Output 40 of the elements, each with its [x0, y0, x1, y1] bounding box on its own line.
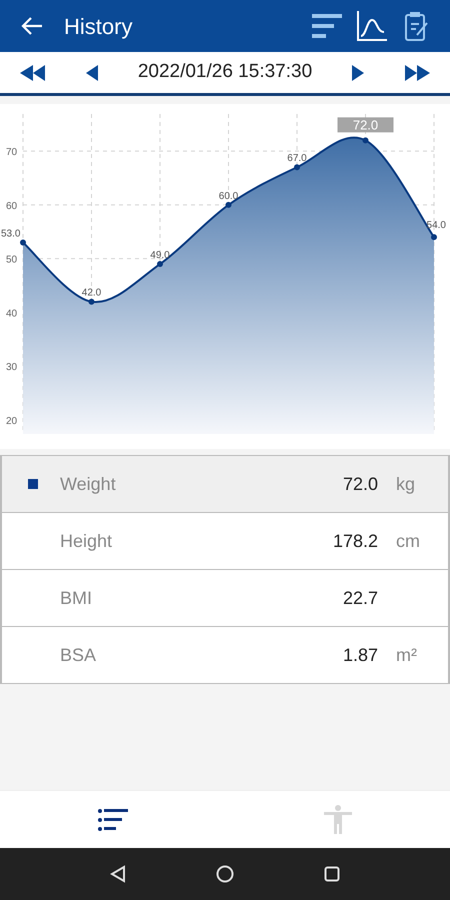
y-tick-label: 40 — [6, 308, 18, 320]
measurement-row[interactable]: BMI 22.7 — [0, 570, 450, 627]
measurement-row[interactable]: Height 178.2 cm — [0, 513, 450, 570]
y-tick-label: 60 — [6, 200, 18, 212]
measurement-row[interactable]: BSA 1.87 m² — [0, 627, 450, 684]
notepad-edit-icon[interactable] — [404, 10, 430, 42]
list-icon — [98, 808, 128, 832]
page-title: History — [64, 12, 132, 41]
back-arrow-icon[interactable] — [20, 16, 44, 36]
last-record-icon[interactable] — [404, 64, 432, 82]
y-tick-label: 70 — [6, 147, 18, 158]
record-date: 2022/01/26 15:37:30 — [138, 60, 312, 84]
y-tick-label: 50 — [6, 254, 18, 266]
measurement-unit: m² — [396, 644, 417, 664]
measurement-unit: cm — [396, 530, 420, 550]
measurement-label: Weight — [60, 472, 116, 496]
sort-lines-icon[interactable] — [312, 13, 342, 39]
y-tick-label: 20 — [6, 416, 18, 428]
measurement-label: Height — [60, 530, 112, 553]
next-record-icon[interactable] — [351, 64, 366, 82]
first-record-icon[interactable] — [18, 64, 46, 82]
measurement-value: 22.7 — [342, 586, 378, 610]
selected-marker-icon — [28, 479, 38, 489]
data-label: 53.0 — [1, 228, 20, 240]
measurement-row[interactable]: Weight 72.0 kg — [0, 456, 450, 513]
measurement-value: 1.87 — [342, 644, 378, 666]
data-label: 72.0 — [352, 117, 378, 132]
measurement-unit: kg — [396, 474, 416, 494]
measurement-value: 72.0 — [342, 472, 378, 496]
back-nav-icon[interactable] — [110, 865, 126, 883]
recents-nav-icon[interactable] — [324, 866, 340, 882]
line-chart-icon[interactable] — [356, 10, 388, 42]
measurement-value: 178.2 — [332, 530, 378, 552]
previous-record-icon[interactable] — [84, 64, 99, 82]
highlight-label: 72.0 — [338, 117, 394, 132]
measurement-label: BSA — [60, 644, 96, 666]
person-icon — [322, 804, 352, 834]
y-tick-label: 30 — [6, 362, 18, 374]
home-nav-icon[interactable] — [216, 865, 234, 883]
measurement-label: BMI — [60, 586, 92, 610]
